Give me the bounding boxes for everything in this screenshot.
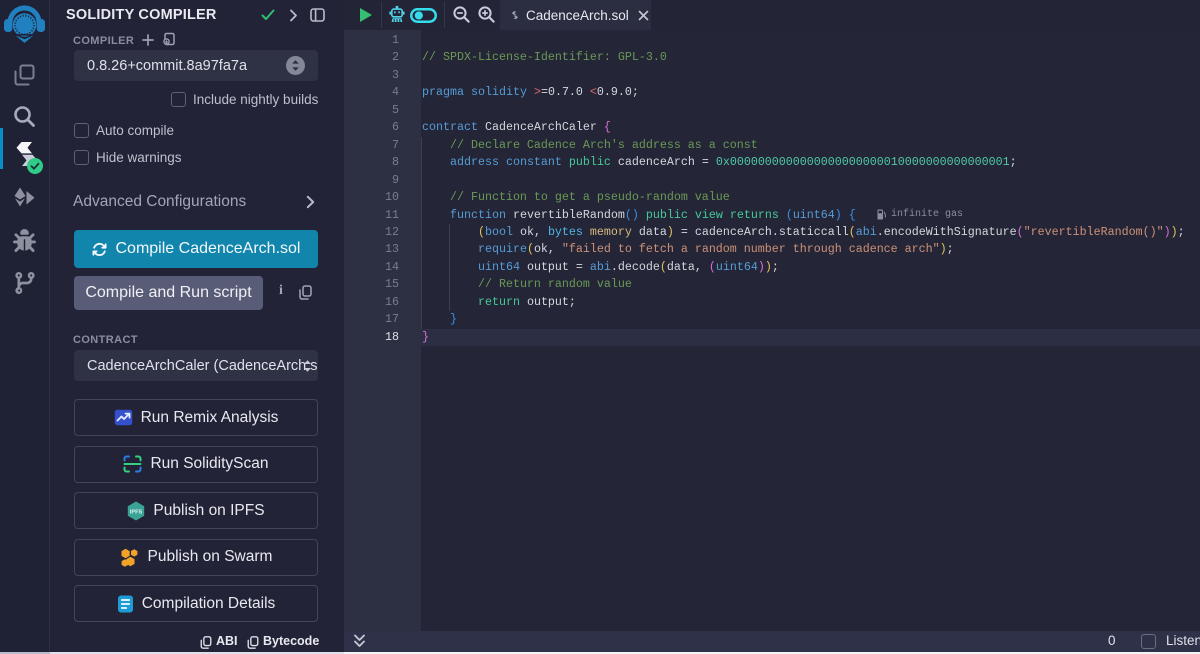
svg-text:IPFS: IPFS [130, 509, 143, 515]
